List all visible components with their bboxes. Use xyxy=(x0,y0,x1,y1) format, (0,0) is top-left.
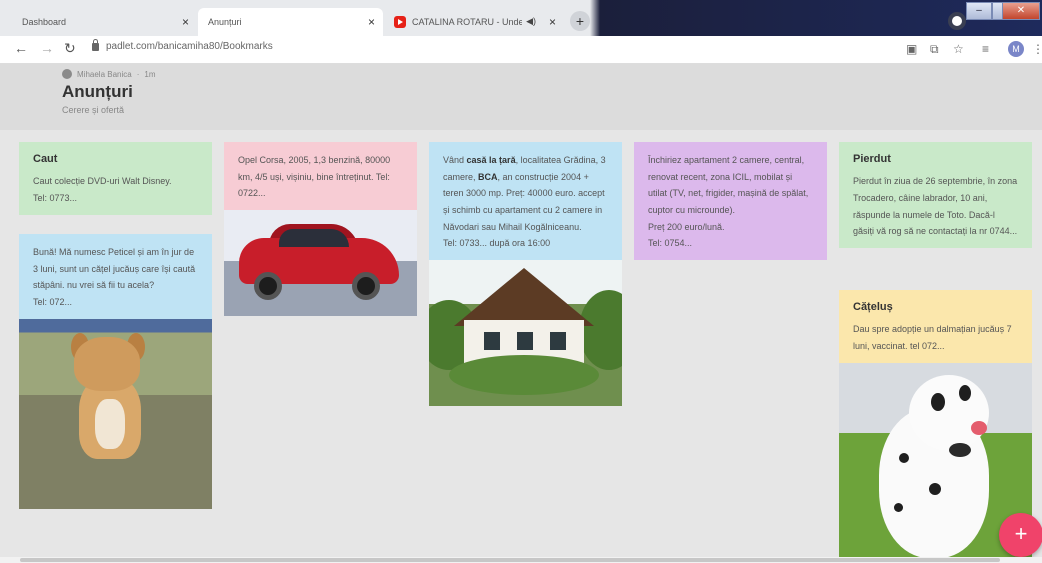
post-text: Bună! Mă numesc Peticel și am în jur de … xyxy=(33,247,196,291)
star-icon[interactable]: ☆ xyxy=(953,42,964,56)
post-card-pierdut[interactable]: Pierdut Pierdut în ziua de 26 septembrie… xyxy=(839,142,1032,248)
post-price: Preț 200 euro/lună. xyxy=(648,221,725,232)
youtube-favicon-icon xyxy=(394,16,406,28)
back-icon[interactable]: ← xyxy=(14,40,28,56)
post-text: Opel Corsa, 2005, 1,3 benzină, 80000 km,… xyxy=(238,155,391,199)
post-card-apartament[interactable]: Închiriez apartament 2 camere, central, … xyxy=(634,142,827,260)
author-name: Mihaela Banica xyxy=(77,69,132,79)
post-text: Închiriez apartament 2 camere, central, … xyxy=(648,155,809,215)
url-text: padlet.com/banicamiha80/Bookmarks xyxy=(106,41,273,52)
post-title: Caut xyxy=(33,153,58,165)
puppy-photo xyxy=(19,318,212,509)
new-tab-button[interactable]: + xyxy=(570,11,590,31)
lock-icon xyxy=(92,38,99,51)
house-photo xyxy=(429,259,622,406)
scrollbar-thumb[interactable] xyxy=(20,558,1000,562)
post-card-peticel[interactable]: Bună! Mă numesc Peticel și am în jur de … xyxy=(19,234,212,509)
post-text: Vând casă la țară, localitatea Grădina, … xyxy=(443,155,606,232)
tab-youtube[interactable]: CATALINA ROTARU - Unde ◀) × xyxy=(384,8,564,36)
post-text: Pierdut în ziua de 26 septembrie, în zon… xyxy=(853,176,1018,237)
close-icon[interactable]: × xyxy=(368,15,375,29)
tab-label: Dashboard xyxy=(22,17,67,27)
reading-list-icon[interactable]: ≡ xyxy=(982,42,989,56)
extension-icon[interactable]: ▣ xyxy=(906,42,917,56)
post-title: Cățeluș xyxy=(853,301,893,313)
minimize-button[interactable]: – xyxy=(966,2,992,20)
post-phone: Tel: 0773... xyxy=(33,193,78,204)
profile-avatar[interactable]: M xyxy=(1008,41,1024,57)
post-phone: Tel: 0733... după ora 16:00 xyxy=(443,238,551,249)
tab-label: Anunțuri xyxy=(208,17,242,27)
address-bar[interactable]: padlet.com/banicamiha80/Bookmarks xyxy=(92,38,273,52)
post-card-caut[interactable]: Caut Caut colecție DVD-uri Walt Disney. … xyxy=(19,142,212,215)
separator-dot: · xyxy=(136,69,140,79)
board-subtitle: Cerere și ofertă xyxy=(62,105,125,115)
post-phone: Tel: 0754... xyxy=(648,238,693,249)
audio-icon[interactable]: ◀) xyxy=(526,16,536,27)
board-title: Anunțuri xyxy=(62,82,133,101)
browser-toolbar: ← → ↻ padlet.com/banicamiha80/Bookmarks … xyxy=(0,36,1042,64)
share-icon[interactable]: ⧉ xyxy=(930,42,939,57)
reload-icon[interactable]: ↻ xyxy=(64,40,76,57)
padlet-header: Mihaela Banica · 1m Anunțuri Cerere și o… xyxy=(0,64,1042,130)
tab-strip: Dashboard × Anunțuri × CATALINA ROTARU -… xyxy=(0,0,1042,150)
window-close-button[interactable]: ✕ xyxy=(1002,2,1040,20)
close-icon[interactable]: × xyxy=(549,15,556,29)
screen: Dashboard × Anunțuri × CATALINA ROTARU -… xyxy=(0,0,1042,563)
car-photo xyxy=(224,209,417,316)
post-card-casa[interactable]: Vând casă la țară, localitatea Grădina, … xyxy=(429,142,622,406)
add-post-button[interactable]: + xyxy=(999,513,1042,557)
menu-icon[interactable]: ⋮ xyxy=(1032,42,1042,56)
post-text: Caut colecție DVD-uri Walt Disney. xyxy=(33,176,172,187)
post-time: 1m xyxy=(144,69,156,79)
forward-icon[interactable]: → xyxy=(40,40,54,56)
author-line: Mihaela Banica · 1m xyxy=(62,69,156,79)
author-avatar xyxy=(62,69,72,79)
close-icon[interactable]: × xyxy=(182,15,189,29)
post-title: Pierdut xyxy=(853,153,891,165)
browser-profile-icon[interactable] xyxy=(948,12,966,30)
tab-anunturi[interactable]: Anunțuri × xyxy=(198,8,383,150)
post-card-opel[interactable]: Opel Corsa, 2005, 1,3 benzină, 80000 km,… xyxy=(224,142,417,316)
horizontal-scrollbar[interactable] xyxy=(0,557,1042,563)
tab-label: CATALINA ROTARU - Unde xyxy=(412,17,522,27)
post-phone: Tel: 072... xyxy=(33,296,73,307)
padlet-board: Caut Caut colecție DVD-uri Walt Disney. … xyxy=(0,130,1042,563)
post-text: Dau spre adopție un dalmațian jucăuș 7 l… xyxy=(853,324,1012,352)
tab-dashboard[interactable]: Dashboard × xyxy=(12,8,197,150)
